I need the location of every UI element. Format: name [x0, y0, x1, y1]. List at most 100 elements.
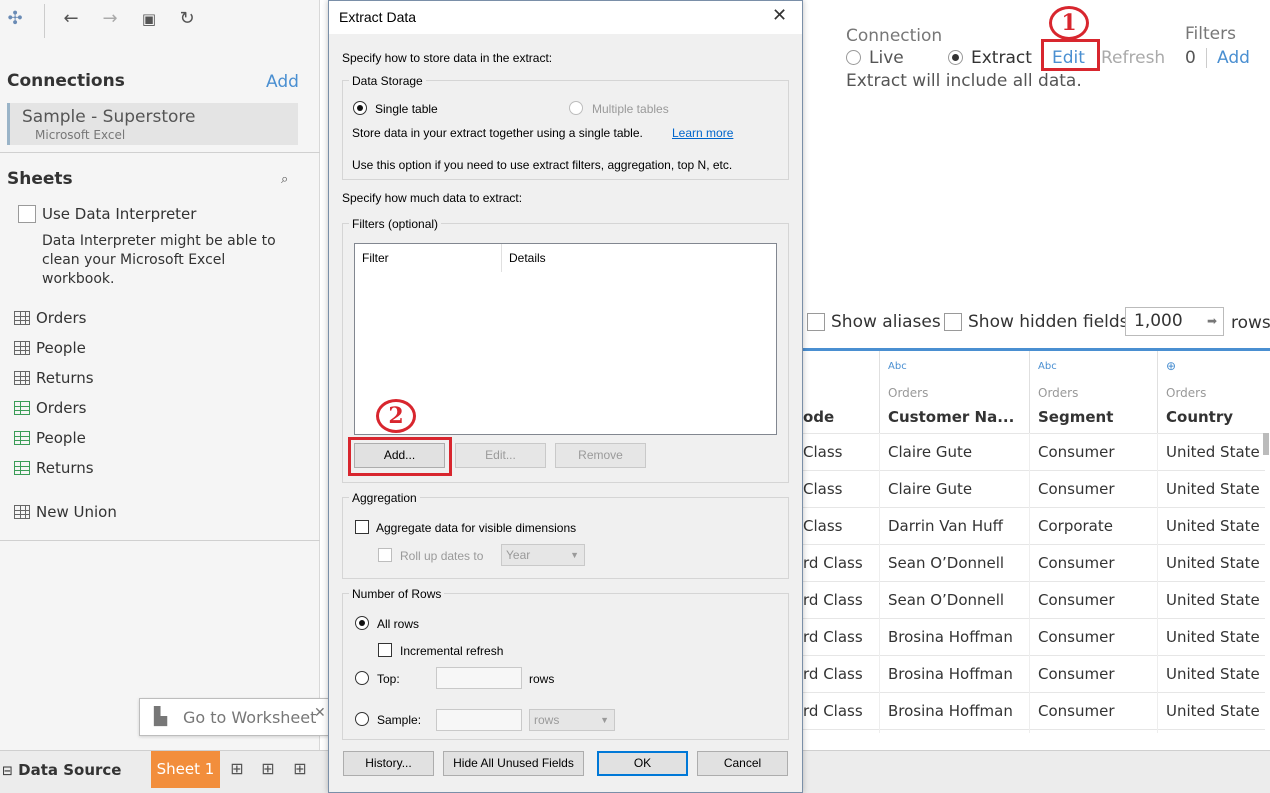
sheet-item-label: Orders: [36, 309, 87, 327]
aggregate-checkbox[interactable]: [355, 520, 369, 534]
learn-more-link[interactable]: Learn more: [672, 126, 733, 140]
tab-sheet-1[interactable]: Sheet 1: [151, 751, 220, 788]
data-storage-label: Data Storage: [349, 74, 426, 88]
annotation-step-1: 1: [1049, 6, 1089, 40]
named-range-icon: [14, 401, 30, 415]
close-icon[interactable]: ✕: [772, 5, 787, 26]
cancel-button[interactable]: Cancel: [697, 751, 788, 776]
hide-unused-fields-button[interactable]: Hide All Unused Fields: [443, 751, 584, 776]
edit-filter-button[interactable]: Edit...: [455, 443, 546, 468]
table-icon: [14, 371, 30, 385]
table-cell: Darrin Van Huff: [888, 517, 1003, 535]
forward-arrow-icon[interactable]: →: [99, 8, 121, 30]
toolbar-divider: [44, 4, 45, 38]
union-icon: [14, 505, 30, 519]
divider: [0, 152, 320, 153]
table-cell: Brosina Hoffman: [888, 665, 1013, 683]
interpreter-hint-line: clean your Microsoft Excel: [42, 252, 226, 268]
close-icon[interactable]: ✕: [314, 705, 326, 721]
tableau-logo-icon[interactable]: ✣: [4, 8, 26, 30]
add-filter-link[interactable]: Add: [1217, 48, 1250, 68]
string-type-icon[interactable]: Abc: [888, 361, 907, 372]
connections-heading: Connections: [7, 71, 125, 91]
globe-icon[interactable]: ⊕: [1166, 359, 1176, 373]
table-cell: Consumer: [1038, 628, 1115, 646]
use-data-interpreter-checkbox[interactable]: [18, 205, 36, 223]
live-radio[interactable]: [846, 50, 861, 65]
save-icon[interactable]: ▣: [138, 8, 160, 30]
annotation-highlight-add: [348, 437, 452, 476]
interpreter-hint-line: Data Interpreter might be able to: [42, 233, 276, 249]
chevron-down-icon: ▼: [570, 550, 579, 560]
sheet-item-label: Orders: [36, 399, 87, 417]
remove-filter-button[interactable]: Remove: [555, 443, 646, 468]
filter-list[interactable]: [354, 243, 777, 435]
table-cell: Class: [803, 517, 843, 535]
refresh-icon[interactable]: ↻: [176, 8, 198, 30]
top-rows-unit: rows: [529, 672, 555, 686]
sample-label: Sample:: [377, 713, 422, 727]
named-range-item-returns[interactable]: Returns: [14, 456, 94, 480]
sheet-item-label: People: [36, 339, 86, 357]
table-cell: Consumer: [1038, 554, 1115, 572]
top-rows-input[interactable]: [436, 667, 522, 689]
sheet-item-orders[interactable]: Orders: [14, 306, 86, 330]
sample-radio[interactable]: [355, 712, 369, 726]
aggregation-group: [342, 497, 789, 579]
table-cell: rd Class: [803, 665, 863, 683]
new-worksheet-icon[interactable]: ⊞: [226, 759, 248, 779]
multiple-tables-radio[interactable]: [569, 101, 583, 115]
refresh-extract-link[interactable]: Refresh: [1101, 48, 1165, 68]
sample-unit-value: rows: [534, 713, 560, 727]
new-story-icon[interactable]: ⊞: [289, 759, 311, 779]
rows-label: rows: [1231, 313, 1270, 333]
sheets-heading: Sheets: [7, 169, 73, 189]
show-aliases-checkbox[interactable]: [807, 313, 825, 331]
table-cell: United State: [1166, 443, 1260, 461]
tab-data-source[interactable]: ⊟ Data Source: [0, 752, 150, 788]
named-range-icon: [14, 461, 30, 475]
all-rows-radio[interactable]: [355, 616, 369, 630]
single-table-description: Store data in your extract together usin…: [352, 126, 643, 140]
top-rows-radio[interactable]: [355, 671, 369, 685]
number-of-rows-label: Number of Rows: [349, 587, 445, 601]
string-type-icon[interactable]: Abc: [1038, 361, 1057, 372]
sheet-item-label: Returns: [36, 369, 94, 387]
table-cell: rd Class: [803, 554, 863, 572]
single-table-radio[interactable]: [353, 101, 367, 115]
rows-count-input[interactable]: 1,000 ➡: [1125, 307, 1224, 336]
column-name: ode: [803, 408, 835, 426]
all-rows-label: All rows: [377, 617, 420, 631]
new-union-item[interactable]: New Union: [14, 500, 117, 524]
grid-scrollbar[interactable]: [1263, 433, 1269, 455]
connection-name: Sample - Superstore: [22, 107, 196, 127]
sheet-item-people[interactable]: People: [14, 336, 86, 360]
back-arrow-icon[interactable]: ←: [60, 8, 82, 30]
named-range-item-orders[interactable]: Orders: [14, 396, 86, 420]
sample-unit-select[interactable]: rows ▼: [529, 709, 615, 731]
grid-row-line: [803, 544, 1265, 545]
rollup-dates-checkbox[interactable]: [378, 548, 392, 562]
column-name: Segment: [1038, 408, 1114, 426]
ok-button[interactable]: OK: [597, 751, 688, 776]
table-cell: Brosina Hoffman: [888, 628, 1013, 646]
interpreter-hint-line: workbook.: [42, 271, 115, 287]
annotation-highlight-edit: [1041, 39, 1100, 71]
show-hidden-fields-checkbox[interactable]: [944, 313, 962, 331]
arrow-right-icon[interactable]: ➡: [1207, 308, 1217, 335]
table-cell: Corporate: [1038, 517, 1113, 535]
search-icon[interactable]: ⌕: [281, 172, 288, 187]
new-dashboard-icon[interactable]: ⊞: [257, 759, 279, 779]
rollup-dates-select[interactable]: Year ▼: [501, 544, 585, 566]
annotation-step-2: 2: [376, 399, 416, 433]
filter-column-header[interactable]: Filter: [362, 251, 389, 265]
history-button[interactable]: History...: [343, 751, 434, 776]
named-range-item-people[interactable]: People: [14, 426, 86, 450]
incremental-refresh-checkbox[interactable]: [378, 643, 392, 657]
grid-col-line: [1157, 433, 1158, 733]
add-connection-link[interactable]: Add: [266, 72, 299, 92]
extract-radio[interactable]: [948, 50, 963, 65]
sheet-item-returns[interactable]: Returns: [14, 366, 94, 390]
sample-input[interactable]: [436, 709, 522, 731]
details-column-header[interactable]: Details: [509, 251, 546, 265]
